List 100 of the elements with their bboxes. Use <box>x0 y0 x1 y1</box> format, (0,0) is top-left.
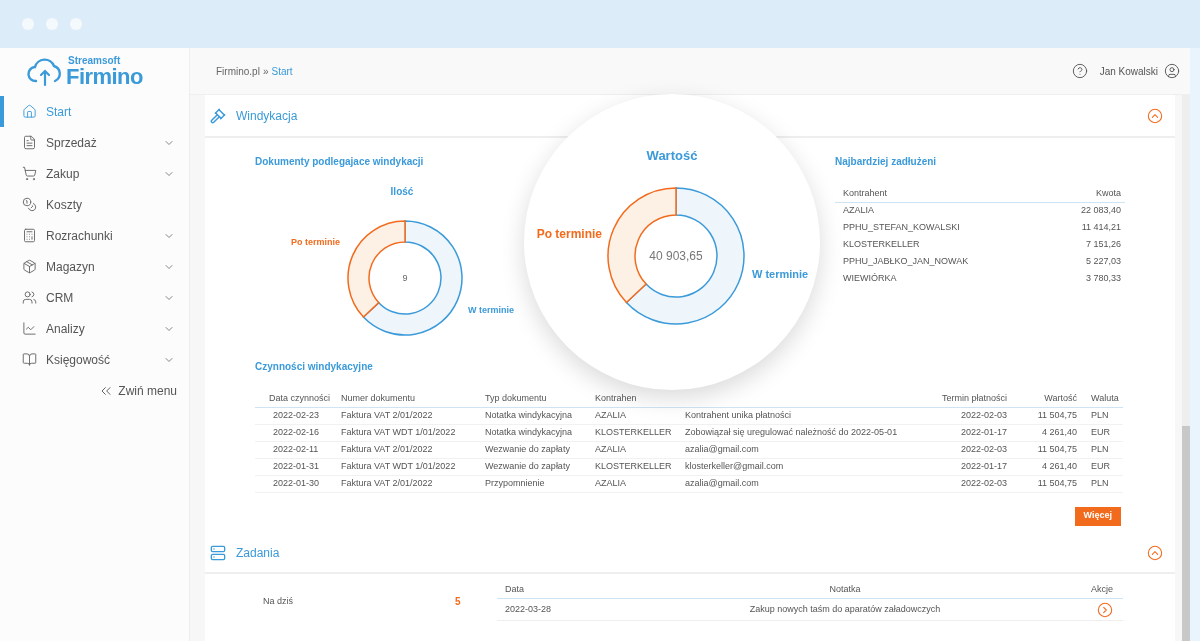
table-cell: KLOSTERKELLER <box>595 458 685 475</box>
column-header: Data czynności <box>255 390 341 407</box>
column-header: Waluta <box>1077 390 1123 407</box>
collapse-button[interactable] <box>1147 544 1163 561</box>
column-header: Akcje <box>1063 581 1123 599</box>
table-cell-text: 5 227,03 <box>1084 254 1122 268</box>
section-title: Windykacja <box>236 107 298 125</box>
overdue-label: Po terminie <box>291 237 340 247</box>
table-cell: PLN <box>1077 407 1123 424</box>
user-icon[interactable] <box>1164 63 1180 79</box>
chart-center-value: 9 <box>402 273 408 283</box>
table-cell: Faktura VAT WDT 1/01/2022 <box>341 458 485 475</box>
logo-product: Firmino <box>66 65 143 88</box>
table-cell: 2022-02-03 <box>929 441 1007 458</box>
cart-icon <box>22 166 37 181</box>
table-cell: 2022-01-17 <box>929 424 1007 441</box>
table-cell-text: PPHU_JABŁKO_JAN_NOWAK <box>842 254 970 268</box>
logo-brand: Streamsoft <box>67 55 122 66</box>
today-count: 5 <box>455 595 461 609</box>
table-cell: PLN <box>1077 441 1123 458</box>
table-cell: Notatka windykacyjna <box>485 424 595 441</box>
ontime-label: W terminie <box>752 268 809 280</box>
table-cell: 2022-02-23 <box>255 407 341 424</box>
table-cell: Faktura VAT 2/01/2022 <box>341 407 485 424</box>
chart-subtitle: Wartość <box>646 148 698 163</box>
sidebar-item[interactable]: Magazyn <box>0 251 189 282</box>
gavel-icon <box>210 107 226 124</box>
table-cell: Faktura VAT 2/01/2022 <box>341 475 485 492</box>
table-cell: 2022-01-30 <box>255 475 341 492</box>
table-cell: azalia@gmail.com <box>685 475 929 492</box>
collapse-menu-button[interactable]: Zwiń menu <box>98 375 177 406</box>
table-cell: 22 083,40 <box>1052 202 1125 219</box>
sidebar-item[interactable]: Księgowość <box>0 344 189 375</box>
table-cell: Wezwanie do zapłaty <box>485 458 595 475</box>
list-icon <box>210 544 226 561</box>
column-header: Wartość <box>1007 390 1077 407</box>
table-cell: 2022-02-11 <box>255 441 341 458</box>
coins-icon <box>22 197 37 212</box>
column-header: Kwota <box>1052 186 1125 202</box>
book-icon <box>22 352 37 367</box>
overdue-label: Po terminie <box>536 227 602 241</box>
table-cell-text: 3 780,33 <box>1084 271 1122 285</box>
table-cell: azalia@gmail.com <box>685 441 929 458</box>
table-cell: 4 261,40 <box>1007 458 1077 475</box>
breadcrumb-link[interactable]: Firmino.pl <box>216 63 260 79</box>
table-cell: EUR <box>1077 458 1123 475</box>
sidebar-item[interactable]: Analizy <box>0 313 189 344</box>
table-cell: 2022-01-17 <box>929 458 1007 475</box>
sidebar-item[interactable]: Rozrachunki <box>0 220 189 251</box>
table-cell: Wezwanie do zapłaty <box>485 441 595 458</box>
column-header: Termin płatności <box>929 390 1007 407</box>
table-cell: Zobowiązał się uregulować należność do 2022-05-01 <box>685 424 929 441</box>
sidebar-item[interactable]: CRM <box>0 282 189 313</box>
calculator-icon <box>22 228 37 243</box>
table-cell: 11 504,75 <box>1007 475 1077 492</box>
table-cell: AZALIA <box>595 407 685 424</box>
cloud-logo-icon <box>27 56 63 87</box>
table-cell: EUR <box>1077 424 1123 441</box>
open-button[interactable] <box>1097 601 1113 618</box>
sidebar-item[interactable]: Zakup <box>0 158 189 189</box>
users-icon <box>22 290 37 305</box>
breadcrumb-link[interactable]: » <box>262 63 269 79</box>
table-cell-text: KLOSTERKELLER <box>842 237 921 251</box>
table-title: Czynności windykacyjne <box>255 360 374 374</box>
ontime-label: W terminie <box>468 305 514 315</box>
user-name: Jan Kowalski <box>1099 64 1158 79</box>
column-header: Numer dokumentu <box>341 390 485 407</box>
table-cell: 2022-02-03 <box>929 475 1007 492</box>
table-cell: 2022-01-31 <box>255 458 341 475</box>
scrollbar[interactable] <box>1182 95 1190 641</box>
column-header: Kontrahent <box>835 186 1053 202</box>
section-title: Zadania <box>236 544 280 562</box>
chart-center-value: 40 903,65 <box>649 249 703 263</box>
collapse-button[interactable] <box>1147 107 1163 124</box>
table-cell: 2022-03-28 <box>497 598 627 621</box>
home-icon <box>22 104 37 119</box>
table-cell: 11 504,75 <box>1007 441 1077 458</box>
table-cell: KLOSTERKELLER <box>595 424 685 441</box>
box-icon <box>22 259 37 274</box>
column-header: Data <box>497 581 627 599</box>
table-cell-text: 7 151,26 <box>1084 237 1122 251</box>
table-title: Najbardziej zadłużeni <box>835 155 938 169</box>
column-header: Notatka <box>627 581 1063 599</box>
table-cell: Faktura VAT WDT 1/01/2022 <box>341 424 485 441</box>
table-cell: AZALIA <box>595 475 685 492</box>
chart-subtitle: Ilość <box>390 186 414 197</box>
table-cell: AZALIA <box>835 202 1053 219</box>
help-icon[interactable] <box>1071 63 1088 79</box>
chart-title: Dokumenty podlegajace windykacji <box>255 155 425 169</box>
table-cell: 11 504,75 <box>1007 407 1077 424</box>
table-cell: PLN <box>1077 475 1123 492</box>
table-cell: Faktura VAT 2/01/2022 <box>341 441 485 458</box>
table-cell-text: 11 414,21 <box>1080 220 1122 234</box>
table-cell-text: PPHU_STEFAN_KOWALSKI <box>842 220 961 234</box>
table-cell: Przypomnienie <box>485 475 595 492</box>
table-cell: 4 261,40 <box>1007 424 1077 441</box>
sidebar-item[interactable]: Koszty <box>0 189 189 220</box>
table-cell: AZALIA <box>595 441 685 458</box>
document-icon <box>22 135 37 150</box>
sidebar-item[interactable]: Sprzedaż <box>0 127 189 158</box>
